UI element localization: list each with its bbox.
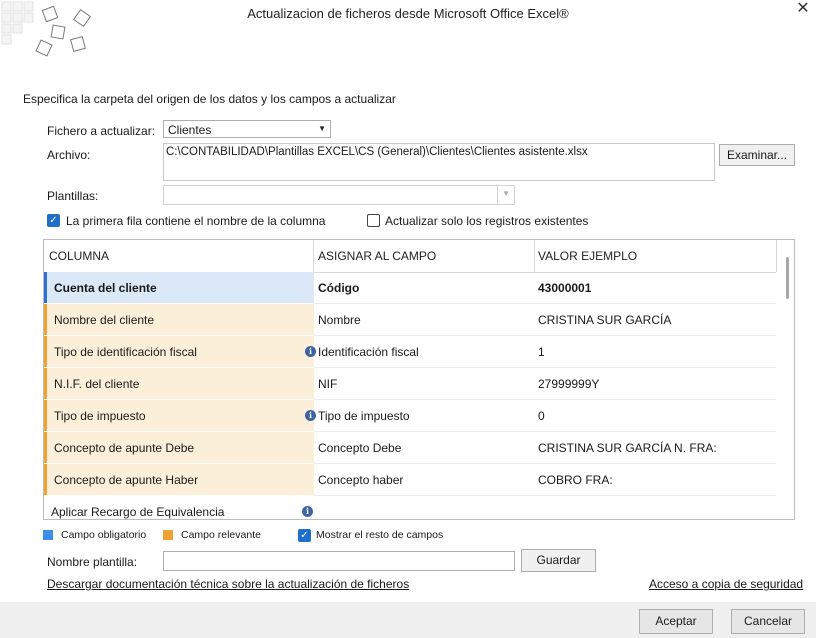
grid-header: COLUMNA ASIGNAR AL CAMPO VALOR EJEMPLO: [44, 240, 777, 273]
columna-cell: Nombre del cliente: [44, 304, 314, 335]
campo-cell[interactable]: Concepto Debe: [318, 441, 401, 455]
columna-text: Concepto de apunte Debe: [54, 441, 195, 455]
aceptar-button[interactable]: Aceptar: [639, 609, 713, 634]
mostrar-resto-label: Mostrar el resto de campos: [316, 529, 444, 541]
combo-divider: [497, 186, 498, 204]
columna-text: Tipo de impuesto: [54, 409, 146, 423]
valor-cell: 1: [538, 345, 545, 359]
columna-text: Aplicar Recargo de Equivalencia: [51, 505, 225, 519]
plantillas-label: Plantillas:: [47, 189, 99, 203]
copia-seguridad-link[interactable]: Acceso a copia de seguridad: [649, 577, 803, 591]
columna-text: Tipo de identificación fiscal: [54, 345, 197, 359]
relevante-label: Campo relevante: [181, 529, 261, 541]
info-icon[interactable]: i: [302, 506, 313, 517]
mapping-grid: COLUMNA ASIGNAR AL CAMPO VALOR EJEMPLO C…: [43, 239, 795, 520]
campo-cell[interactable]: Concepto haber: [318, 473, 403, 487]
fichero-value: Clientes: [168, 123, 212, 137]
instructions-text: Especifica la carpeta del origen de los …: [23, 92, 396, 106]
columna-cell: Concepto de apunte Debe: [44, 432, 314, 463]
table-row[interactable]: Aplicar Recargo de Equivalencia i: [44, 496, 776, 519]
table-row[interactable]: Nombre del cliente Nombre CRISTINA SUR G…: [44, 304, 776, 336]
columna-cell: Aplicar Recargo de Equivalencia i: [44, 496, 314, 519]
columna-cell: N.I.F. del cliente: [44, 368, 314, 399]
valor-cell: CRISTINA SUR GARCÍA N. FRA:: [538, 441, 717, 455]
guardar-button[interactable]: Guardar: [521, 549, 596, 572]
documentacion-link[interactable]: Descargar documentación técnica sobre la…: [47, 577, 409, 591]
header-asignar[interactable]: ASIGNAR AL CAMPO: [318, 249, 436, 263]
valor-cell: 43000001: [538, 281, 592, 295]
obligatorio-label: Campo obligatorio: [61, 529, 147, 541]
columna-cell: Cuenta del cliente: [44, 272, 314, 303]
plantillas-select[interactable]: ▼: [163, 185, 515, 205]
columna-cell: Tipo de identificación fiscal i: [44, 336, 316, 367]
archivo-value: C:\CONTABILIDAD\Plantillas EXCEL\CS (Gen…: [166, 146, 588, 158]
valor-cell: 0: [538, 409, 545, 423]
cancelar-button[interactable]: Cancelar: [731, 609, 805, 634]
table-row[interactable]: Tipo de impuesto i Tipo de impuesto 0: [44, 400, 776, 432]
close-icon[interactable]: ✕: [794, 0, 812, 18]
table-row[interactable]: Tipo de identificación fiscal i Identific…: [44, 336, 776, 368]
fichero-select[interactable]: Clientes ▼: [163, 120, 331, 138]
table-row[interactable]: N.I.F. del cliente NIF 27999999Y: [44, 368, 776, 400]
columna-text: Nombre del cliente: [54, 313, 155, 327]
solo-existentes-label: Actualizar solo los registros existentes: [385, 214, 589, 228]
examinar-button[interactable]: Examinar...: [719, 144, 795, 166]
mostrar-resto-checkbox[interactable]: ✓: [298, 529, 311, 542]
valor-cell: 27999999Y: [538, 377, 600, 391]
column-divider: [534, 240, 535, 272]
columna-text: Cuenta del cliente: [54, 281, 157, 295]
primera-fila-checkbox[interactable]: ✓: [47, 214, 60, 227]
campo-cell[interactable]: NIF: [318, 377, 337, 391]
header-valor[interactable]: VALOR EJEMPLO: [538, 249, 637, 263]
info-icon[interactable]: i: [305, 410, 316, 421]
obligatorio-swatch: [43, 530, 53, 540]
chevron-down-icon: ▼: [318, 124, 326, 133]
column-divider: [776, 240, 777, 272]
grid-scrollbar[interactable]: [786, 257, 789, 299]
info-icon[interactable]: i: [305, 346, 316, 357]
table-row[interactable]: Concepto de apunte Haber Concepto haber …: [44, 464, 776, 496]
header-columna[interactable]: COLUMNA: [49, 249, 109, 263]
columna-cell: Tipo de impuesto i: [44, 400, 316, 431]
chevron-down-icon: ▼: [502, 189, 510, 198]
columna-text: N.I.F. del cliente: [54, 377, 140, 391]
campo-cell[interactable]: Identificación fiscal: [318, 345, 419, 359]
primera-fila-label: La primera fila contiene el nombre de la…: [66, 214, 326, 228]
campo-cell[interactable]: Código: [318, 281, 359, 295]
campo-cell[interactable]: Tipo de impuesto: [318, 409, 410, 423]
solo-existentes-checkbox[interactable]: [367, 214, 380, 227]
columna-text: Concepto de apunte Haber: [54, 473, 199, 487]
valor-cell: CRISTINA SUR GARCÍA: [538, 313, 672, 327]
relevante-swatch: [163, 530, 173, 540]
column-divider: [313, 240, 314, 272]
table-row[interactable]: Cuenta del cliente Código 43000001: [44, 272, 776, 304]
window-title: Actualizacion de ficheros desde Microsof…: [247, 6, 569, 21]
nombre-plantilla-input[interactable]: [163, 551, 515, 571]
table-row[interactable]: Concepto de apunte Debe Concepto Debe CR…: [44, 432, 776, 464]
valor-cell: COBRO FRA:: [538, 473, 613, 487]
archivo-label: Archivo:: [47, 148, 91, 162]
nombre-plantilla-label: Nombre plantilla:: [47, 555, 138, 569]
fichero-label: Fichero a actualizar:: [47, 124, 156, 138]
archivo-field[interactable]: C:\CONTABILIDAD\Plantillas EXCEL\CS (Gen…: [163, 143, 715, 181]
campo-cell[interactable]: Nombre: [318, 313, 361, 327]
columna-cell: Concepto de apunte Haber: [44, 464, 314, 495]
